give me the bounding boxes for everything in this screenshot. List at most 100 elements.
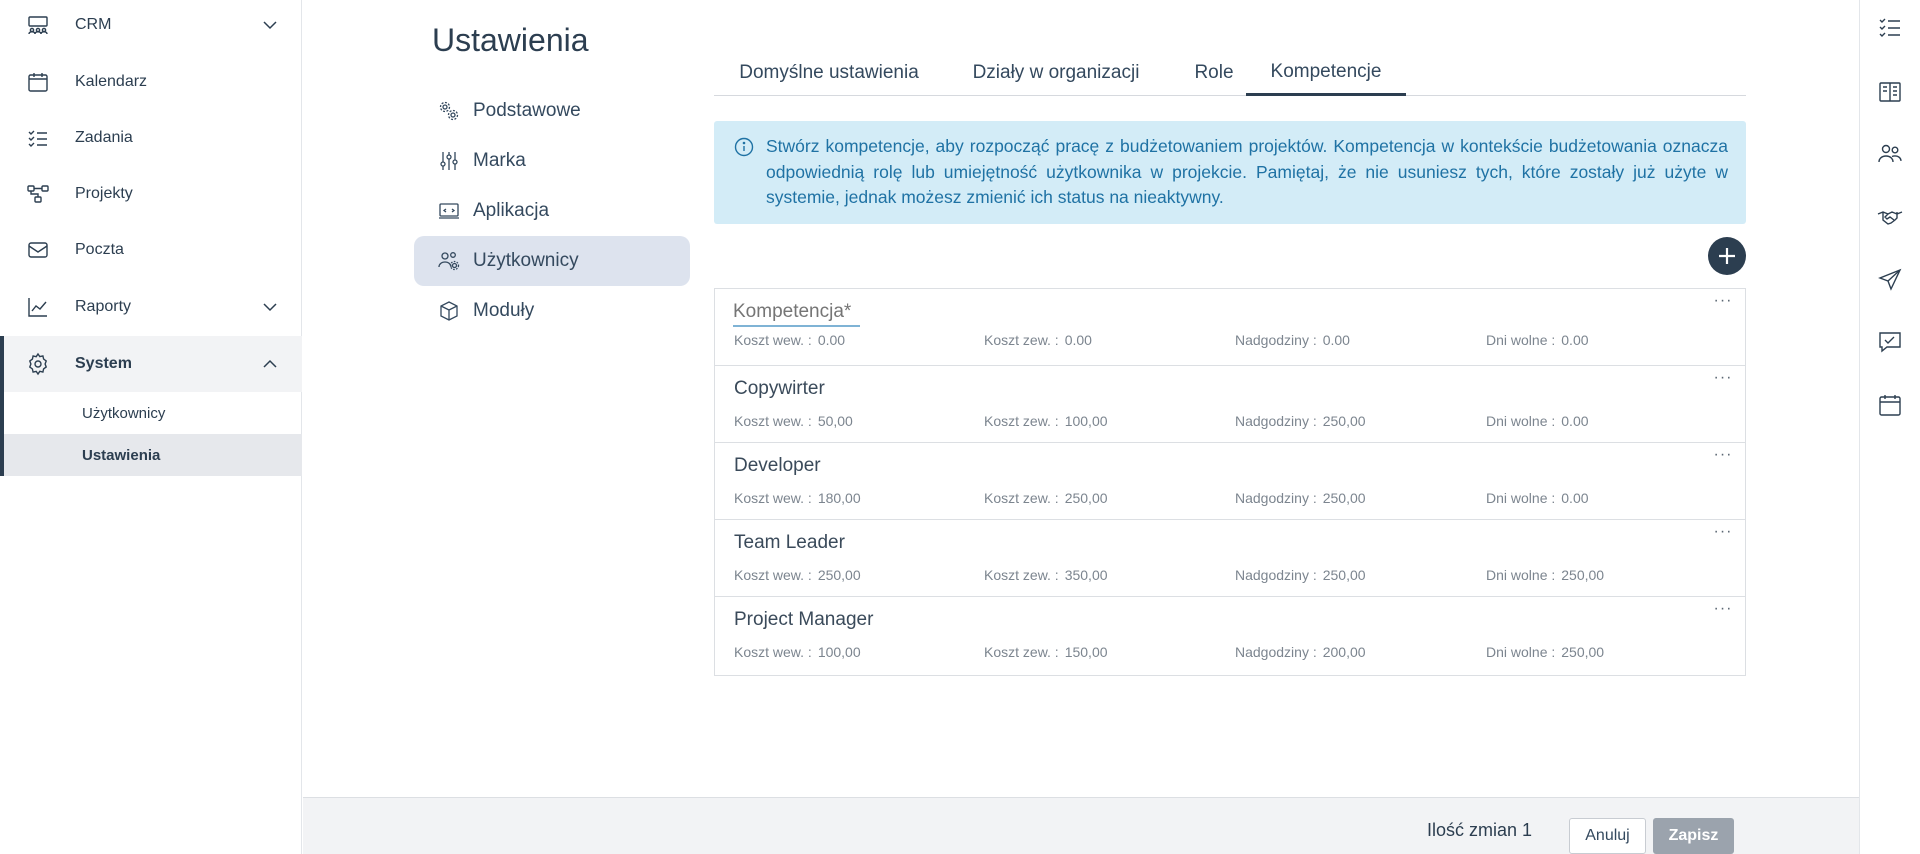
plus-icon	[1719, 248, 1735, 264]
handshake-icon[interactable]	[1877, 205, 1903, 231]
sidebar-item-label: Projekty	[75, 185, 133, 202]
field-value: 50,00	[817, 413, 853, 429]
overtime-field: Nadgodziny : 0.00	[1235, 332, 1350, 348]
sidebar-subitem-label: Użytkownicy	[82, 404, 166, 422]
page-title: Ustawienia	[432, 22, 589, 58]
tab-label: Kompetencje	[1270, 60, 1382, 82]
settings-nav-brand[interactable]: Marka	[414, 136, 690, 186]
field-label: Koszt zew. :	[984, 413, 1059, 429]
tab-default-settings[interactable]: Domyślne ustawienia	[714, 50, 944, 96]
field-value: 0.00	[1561, 332, 1589, 348]
settings-nav-label: Podstawowe	[473, 100, 581, 121]
settings-nav-users[interactable]: Użytkownicy	[414, 236, 690, 286]
chevron-down-icon	[262, 17, 278, 33]
more-options-button[interactable]: ···	[1708, 447, 1738, 471]
add-competency-button[interactable]	[1708, 237, 1746, 275]
competency-row[interactable]: Team Leader ··· Koszt wew. : 250,00 Koszt…	[715, 520, 1745, 597]
more-options-button[interactable]: ···	[1708, 601, 1738, 625]
settings-nav-basic[interactable]: Podstawowe	[414, 86, 690, 136]
changes-count: Ilość zmian 1	[1427, 820, 1533, 840]
sidebar-item-system[interactable]: System	[0, 336, 302, 392]
competency-name-input[interactable]	[733, 299, 860, 327]
settings-nav-label: Użytkownicy	[473, 250, 579, 271]
internal-cost-field: Koszt wew. : 50,00	[734, 413, 853, 429]
competency-name: Project Manager	[734, 609, 874, 630]
sidebar-item-calendar[interactable]: Kalendarz	[0, 54, 302, 110]
field-label: Koszt zew. :	[984, 644, 1059, 660]
days-off-field: Dni wolne : 250,00	[1486, 644, 1604, 660]
field-label: Nadgodziny :	[1235, 567, 1317, 583]
send-icon[interactable]	[1877, 267, 1903, 293]
checklist-icon[interactable]	[1877, 14, 1903, 40]
sidebar-subitem-label: Ustawienia	[82, 446, 161, 464]
competency-row[interactable]: Project Manager ··· Koszt wew. : 100,00 K…	[715, 597, 1745, 674]
settings-nav-label: Moduły	[473, 300, 535, 321]
field-label: Koszt zew. :	[984, 490, 1059, 506]
overtime-field: Nadgodziny : 200,00	[1235, 644, 1366, 660]
settings-nav-modules[interactable]: Moduły	[414, 286, 690, 336]
calendar-icon[interactable]	[1877, 392, 1903, 418]
internal-cost-field: Koszt wew. : 0.00	[734, 332, 845, 348]
field-value: 250,00	[1322, 490, 1366, 506]
more-options-button[interactable]: ···	[1708, 293, 1738, 317]
competency-row-new: ··· Koszt wew. : 0.00 Koszt zew. : 0.00 Na…	[715, 289, 1745, 366]
more-options-button[interactable]: ···	[1708, 524, 1738, 548]
field-value: 100,00	[1064, 413, 1108, 429]
app-root: CRM Kalendarz Zadania Projekty Poczta Ra…	[0, 0, 1920, 854]
sliders-icon	[438, 150, 460, 172]
sidebar-item-crm[interactable]: CRM	[0, 0, 302, 53]
field-value: 0.00	[1064, 332, 1092, 348]
field-value: 0.00	[1561, 413, 1589, 429]
save-button[interactable]: Zapisz	[1653, 818, 1734, 854]
external-cost-field: Koszt zew. : 0.00	[984, 332, 1092, 348]
field-value: 250,00	[1064, 490, 1108, 506]
days-off-field: Dni wolne : 0.00	[1486, 332, 1589, 348]
tab-competencies[interactable]: Kompetencje	[1246, 50, 1406, 96]
crm-icon	[26, 13, 50, 37]
book-icon[interactable]	[1877, 79, 1903, 105]
field-label: Dni wolne :	[1486, 490, 1556, 506]
info-text: Stwórz kompetencje, aby rozpocząć pracę …	[766, 136, 1728, 207]
chat-check-icon[interactable]	[1877, 329, 1903, 355]
field-value: 0.00	[817, 332, 846, 348]
competency-row[interactable]: Copywirter ··· Koszt wew. : 50,00 Koszt z…	[715, 366, 1745, 443]
field-label: Koszt wew. :	[734, 644, 812, 660]
sidebar-item-tasks[interactable]: Zadania	[0, 110, 302, 166]
sidebar-item-reports[interactable]: Raporty	[0, 279, 302, 335]
competency-name: Developer	[734, 455, 821, 476]
field-label: Nadgodziny :	[1235, 413, 1317, 429]
external-cost-field: Koszt zew. : 250,00	[984, 490, 1108, 506]
field-label: Koszt wew. :	[734, 413, 812, 429]
tab-label: Role	[1194, 62, 1234, 83]
sidebar-item-mail[interactable]: Poczta	[0, 222, 302, 278]
sidebar-subitem-settings[interactable]: Ustawienia	[4, 434, 302, 476]
cancel-button[interactable]: Anuluj	[1569, 818, 1646, 854]
sidebar-subitem-users[interactable]: Użytkownicy	[4, 392, 302, 434]
internal-cost-field: Koszt wew. : 250,00	[734, 567, 861, 583]
field-value: 180,00	[817, 490, 861, 506]
overtime-field: Nadgodziny : 250,00	[1235, 413, 1366, 429]
field-value: 250,00	[1561, 644, 1605, 660]
users-gear-icon	[438, 250, 460, 272]
field-label: Koszt zew. :	[984, 567, 1059, 583]
tab-label: Działy w organizacji	[972, 62, 1140, 83]
field-value: 100,00	[817, 644, 861, 660]
internal-cost-field: Koszt wew. : 180,00	[734, 490, 861, 506]
overtime-field: Nadgodziny : 250,00	[1235, 490, 1366, 506]
people-icon[interactable]	[1877, 141, 1903, 167]
main-sidebar: CRM Kalendarz Zadania Projekty Poczta Ra…	[0, 0, 302, 854]
sidebar-item-label: Kalendarz	[75, 73, 148, 90]
tab-departments[interactable]: Działy w organizacji	[944, 50, 1168, 96]
settings-nav-application[interactable]: Aplikacja	[414, 186, 690, 236]
sidebar-item-projects[interactable]: Projekty	[0, 166, 302, 222]
days-off-field: Dni wolne : 0.00	[1486, 490, 1589, 506]
more-options-button[interactable]: ···	[1708, 370, 1738, 394]
sidebar-item-label: System	[75, 355, 132, 372]
calendar-icon	[26, 70, 50, 94]
field-label: Koszt wew. :	[734, 332, 812, 348]
field-label: Nadgodziny :	[1235, 490, 1317, 506]
settings-nav-label: Marka	[473, 150, 526, 171]
competency-list: ··· Koszt wew. : 0.00 Koszt zew. : 0.00 Na…	[714, 288, 1746, 676]
field-label: Nadgodziny :	[1235, 332, 1317, 348]
competency-row[interactable]: Developer ··· Koszt wew. : 180,00 Koszt z…	[715, 443, 1745, 520]
